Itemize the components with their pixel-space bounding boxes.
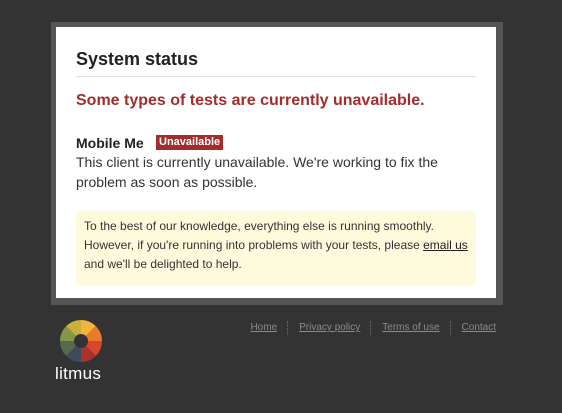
footer-link-home[interactable]: Home (250, 321, 277, 335)
client-description: This client is currently unavailable. We… (76, 154, 438, 190)
status-card: System status Some types of tests are cu… (56, 27, 496, 298)
brand-name: litmus (55, 364, 102, 383)
footer-link-privacy[interactable]: Privacy policy (299, 321, 360, 335)
litmus-wheel-icon (60, 320, 102, 362)
notice-text-after: and we'll be delighted to help. (84, 257, 242, 271)
footer-link-terms[interactable]: Terms of use (382, 321, 439, 335)
footer-link-contact[interactable]: Contact (462, 321, 496, 335)
alert-message: Some types of tests are currently unavai… (76, 92, 425, 109)
footer-divider (287, 321, 289, 335)
status-badge: Unavailable (156, 135, 224, 150)
client-name: Mobile Me (76, 135, 144, 151)
help-notice: To the best of our knowledge, everything… (76, 211, 476, 285)
footer-divider (449, 321, 452, 335)
email-us-link[interactable]: email us (423, 238, 468, 252)
notice-text-before: To the best of our knowledge, everything… (84, 219, 434, 252)
page-title: System status (76, 49, 199, 69)
title-divider (76, 76, 476, 77)
footer-divider (370, 321, 372, 335)
footer-nav: Home Privacy policy Terms of use Contact (250, 321, 496, 335)
